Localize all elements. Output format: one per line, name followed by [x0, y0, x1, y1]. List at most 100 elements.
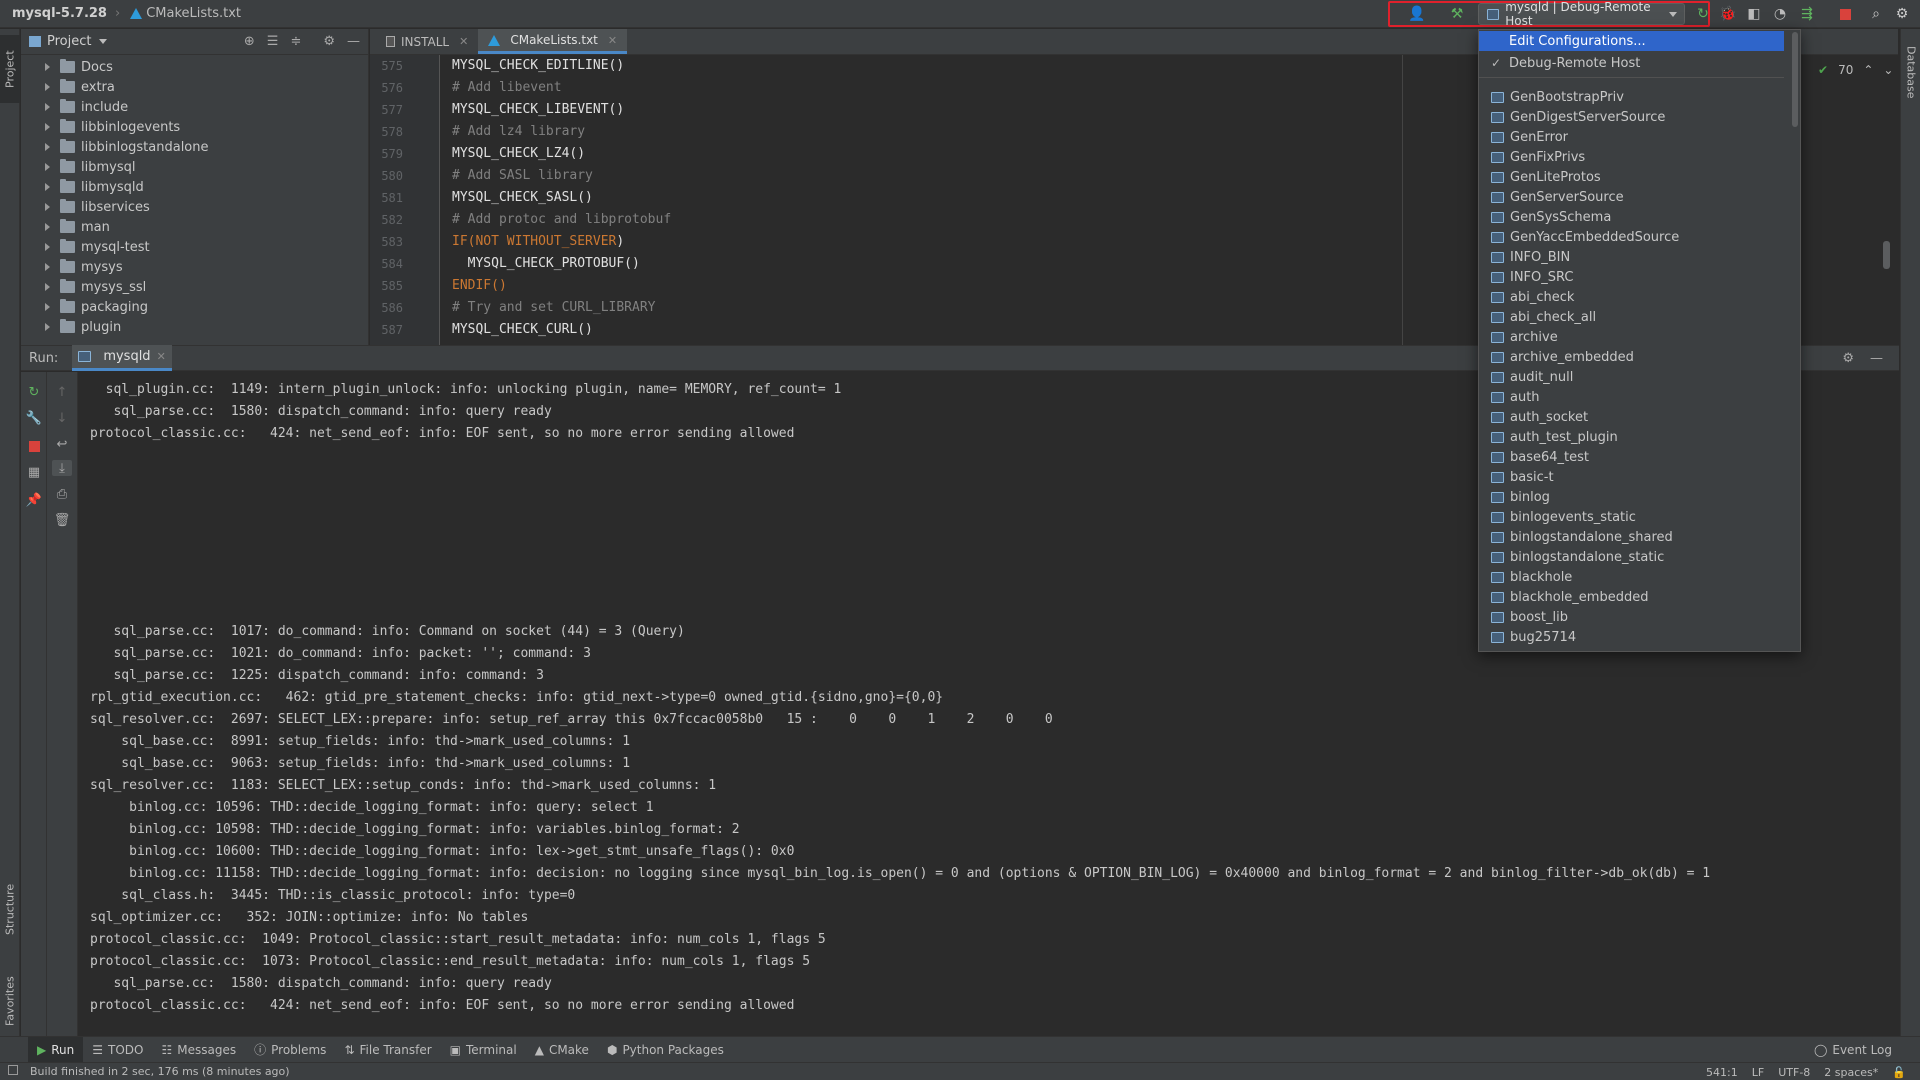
chevron-up-icon[interactable]: ⌃	[1863, 63, 1873, 77]
tab-cmakelists[interactable]: CMakeLists.txt ✕	[478, 29, 628, 54]
target-item[interactable]: auth_test_plugin	[1479, 427, 1784, 447]
tree-item[interactable]: man	[21, 217, 368, 237]
event-log-button[interactable]: ◯ Event Log	[1814, 1037, 1892, 1063]
tab-database-side[interactable]: Database	[1901, 37, 1920, 107]
user-icon[interactable]: 👤	[1408, 5, 1426, 23]
target-item[interactable]: boost_lib	[1479, 607, 1784, 627]
tab-terminal[interactable]: ▣ Terminal	[441, 1037, 526, 1063]
debug-bug-icon[interactable]: 🐞	[1719, 5, 1737, 23]
tab-python-packages[interactable]: ⬢ Python Packages	[598, 1037, 733, 1063]
breadcrumb-file[interactable]: CMakeLists.txt	[126, 6, 241, 21]
chevron-right-icon[interactable]	[45, 123, 50, 131]
tab-project-side[interactable]: Project	[0, 35, 20, 103]
caret-position[interactable]: 541:1	[1706, 1066, 1738, 1079]
chevron-right-icon[interactable]	[45, 83, 50, 91]
gear-icon[interactable]: ⚙	[1842, 351, 1854, 366]
hide-panel-icon[interactable]: —	[347, 34, 360, 49]
print-icon[interactable]: ⎙	[54, 486, 70, 502]
chevron-right-icon[interactable]	[45, 143, 50, 151]
scroll-to-end-icon[interactable]: ⤓	[52, 460, 72, 476]
target-item[interactable]: auth	[1479, 387, 1784, 407]
rerun-icon[interactable]: ↻	[1694, 5, 1712, 23]
tab-install[interactable]: INSTALL ✕	[376, 29, 478, 54]
tab-structure-side[interactable]: Structure	[0, 869, 20, 949]
target-item[interactable]: client_base	[1479, 647, 1784, 652]
search-icon[interactable]: ⌕	[1867, 5, 1885, 23]
file-encoding[interactable]: UTF-8	[1778, 1066, 1810, 1079]
hide-panel-icon[interactable]: —	[1870, 351, 1883, 366]
target-item[interactable]: auth_socket	[1479, 407, 1784, 427]
tree-item[interactable]: libbinlogstandalone	[21, 137, 368, 157]
inspection-widget[interactable]: ✔ 70 ⌃ ⌄	[1818, 63, 1893, 77]
popup-scrollbar-thumb[interactable]	[1792, 32, 1798, 127]
lock-icon[interactable]: 🔓	[1892, 1066, 1906, 1079]
tab-problems[interactable]: ⓘ Problems	[245, 1037, 335, 1063]
close-icon[interactable]: ✕	[157, 350, 166, 363]
target-item[interactable]: base64_test	[1479, 447, 1784, 467]
target-item[interactable]: binlog	[1479, 487, 1784, 507]
tab-messages[interactable]: ☷ Messages	[152, 1037, 245, 1063]
editor-scrollbar-thumb[interactable]	[1883, 241, 1890, 269]
target-item[interactable]: GenDigestServerSource	[1479, 107, 1784, 127]
tree-item[interactable]: Docs	[21, 57, 368, 77]
chevron-right-icon[interactable]	[45, 103, 50, 111]
expand-all-icon[interactable]: ☰	[267, 34, 279, 49]
tab-run[interactable]: ▶ Run	[28, 1036, 84, 1063]
target-item[interactable]: binlogstandalone_shared	[1479, 527, 1784, 547]
tree-item[interactable]: include	[21, 97, 368, 117]
run-configuration-selector[interactable]: mysqld | Debug-Remote Host	[1478, 0, 1685, 28]
chevron-down-icon[interactable]	[99, 39, 108, 44]
target-item[interactable]: binlogevents_static	[1479, 507, 1784, 527]
indent-setting[interactable]: 2 spaces*	[1824, 1066, 1878, 1079]
toggle-panels-icon[interactable]	[8, 1065, 18, 1075]
tree-item[interactable]: libmysql	[21, 157, 368, 177]
target-item[interactable]: GenServerSource	[1479, 187, 1784, 207]
target-item[interactable]: INFO_BIN	[1479, 247, 1784, 267]
tree-item[interactable]: plugin	[21, 317, 368, 337]
run-tab-mysqld[interactable]: mysqld ✕	[72, 345, 172, 371]
tab-todo[interactable]: ☰ TODO	[83, 1037, 152, 1063]
target-item[interactable]: abi_check	[1479, 287, 1784, 307]
project-panel-title[interactable]: Project	[47, 34, 91, 49]
target-item[interactable]: GenError	[1479, 127, 1784, 147]
tab-file-transfer[interactable]: ⇅ File Transfer	[335, 1037, 440, 1063]
target-item[interactable]: audit_null	[1479, 367, 1784, 387]
chevron-right-icon[interactable]	[45, 263, 50, 271]
coverage-icon[interactable]: ◧	[1745, 5, 1763, 23]
target-item[interactable]: binlogstandalone_static	[1479, 547, 1784, 567]
tree-item[interactable]: libmysqld	[21, 177, 368, 197]
tree-item[interactable]: libservices	[21, 197, 368, 217]
locate-icon[interactable]: ⊕	[244, 34, 255, 49]
breadcrumb-project[interactable]: mysql-5.7.28	[0, 6, 107, 21]
soft-wrap-icon[interactable]: ↩	[54, 436, 70, 452]
build-hammer-icon[interactable]: ⚒	[1448, 5, 1466, 23]
tab-favorites-side[interactable]: Favorites	[0, 961, 20, 1041]
arrow-down-icon[interactable]: ↓	[54, 410, 70, 426]
tree-item[interactable]: mysys	[21, 257, 368, 277]
tab-cmake[interactable]: ▲ CMake	[526, 1037, 598, 1063]
trash-icon[interactable]: 🗑	[54, 512, 71, 528]
target-item[interactable]: archive_embedded	[1479, 347, 1784, 367]
chevron-right-icon[interactable]	[45, 203, 50, 211]
close-icon[interactable]: ✕	[459, 35, 468, 48]
gear-icon[interactable]: ⚙	[1893, 5, 1911, 23]
collapse-all-icon[interactable]: ≑	[290, 34, 301, 49]
chevron-right-icon[interactable]	[45, 303, 50, 311]
tree-item[interactable]: extra	[21, 77, 368, 97]
stop-icon[interactable]	[1836, 5, 1854, 23]
tree-item[interactable]: mysql-test	[21, 237, 368, 257]
target-item[interactable]: abi_check_all	[1479, 307, 1784, 327]
status-message[interactable]: Build finished in 2 sec, 176 ms (8 minut…	[30, 1065, 290, 1078]
target-item[interactable]: GenLiteProtos	[1479, 167, 1784, 187]
chevron-right-icon[interactable]	[45, 63, 50, 71]
target-item[interactable]: GenSysSchema	[1479, 207, 1784, 227]
chevron-right-icon[interactable]	[45, 223, 50, 231]
stop-icon[interactable]	[26, 438, 42, 454]
attach-debugger-icon[interactable]: ⇶	[1798, 5, 1816, 23]
wrench-icon[interactable]: 🔧	[26, 410, 42, 426]
target-item[interactable]: GenYaccEmbeddedSource	[1479, 227, 1784, 247]
current-config-item[interactable]: ✓ Debug-Remote Host	[1479, 53, 1784, 73]
pin-icon[interactable]: 📌	[26, 492, 42, 508]
target-item[interactable]: basic-t	[1479, 467, 1784, 487]
chevron-right-icon[interactable]	[45, 183, 50, 191]
